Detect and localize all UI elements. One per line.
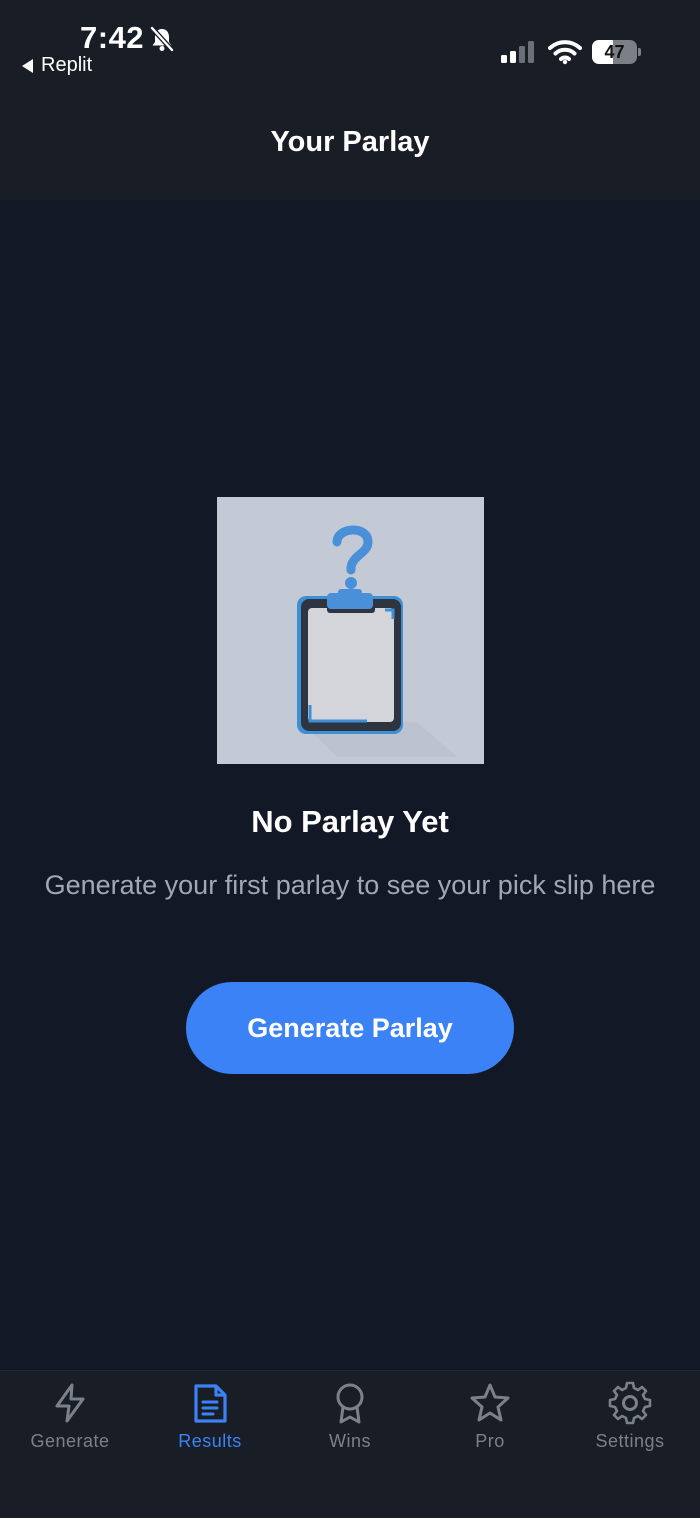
tab-label-settings: Settings bbox=[595, 1431, 665, 1451]
back-to-app-link[interactable]: Replit bbox=[22, 54, 92, 77]
lightning-icon bbox=[55, 1383, 85, 1423]
status-time: 7:42 bbox=[80, 20, 145, 55]
tab-label-pro: Pro bbox=[475, 1431, 505, 1451]
clipboard-illustration-svg bbox=[297, 525, 457, 757]
empty-state-subtitle: Generate your first parlay to see your p… bbox=[44, 870, 656, 900]
tab-results[interactable]: Results bbox=[140, 1381, 280, 1461]
battery-cap bbox=[638, 48, 641, 56]
tab-wins[interactable]: Wins bbox=[280, 1381, 420, 1461]
tab-settings[interactable]: Settings bbox=[560, 1381, 700, 1461]
wifi-icon bbox=[548, 40, 582, 65]
battery-body: 47 bbox=[592, 40, 637, 64]
tab-generate[interactable]: Generate bbox=[0, 1381, 140, 1461]
gear-icon bbox=[608, 1381, 652, 1425]
award-ribbon-icon bbox=[336, 1383, 364, 1424]
page-title: Your Parlay bbox=[270, 126, 430, 158]
back-app-label: Replit bbox=[41, 54, 93, 76]
bell-muted-icon bbox=[150, 26, 174, 52]
back-triangle-icon bbox=[22, 58, 33, 73]
screen: 7:42 Replit 47 Your Parlay No Parlay Yet… bbox=[0, 0, 700, 1518]
tab-label-generate: Generate bbox=[30, 1431, 110, 1451]
battery-percent: 47 bbox=[604, 42, 625, 62]
top-bar: 7:42 Replit 47 Your Parlay bbox=[0, 0, 700, 200]
document-icon bbox=[194, 1384, 227, 1423]
tab-label-results: Results bbox=[178, 1431, 242, 1451]
tab-label-wins: Wins bbox=[329, 1431, 371, 1451]
tab-bar: Generate Results Wins Pro Settings bbox=[0, 1370, 700, 1518]
clipboard-question-illustration bbox=[217, 497, 484, 764]
cellular-signal-icon bbox=[501, 41, 534, 63]
generate-parlay-button[interactable]: Generate Parlay bbox=[186, 982, 514, 1074]
tab-pro[interactable]: Pro bbox=[420, 1381, 560, 1461]
star-icon bbox=[470, 1383, 510, 1422]
empty-state-title: No Parlay Yet bbox=[251, 804, 449, 839]
battery-indicator: 47 bbox=[592, 40, 642, 64]
